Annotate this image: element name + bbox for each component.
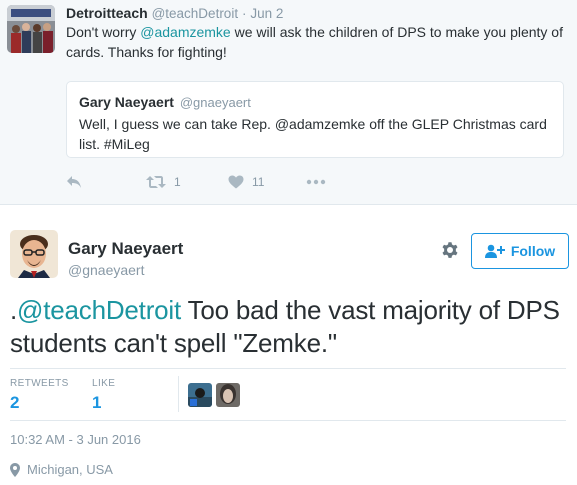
likes-count[interactable]: 1: [92, 393, 101, 413]
retweet-count: 1: [174, 175, 181, 189]
likes-label: LIKE: [92, 378, 116, 389]
reply-arrow-icon: [67, 176, 81, 188]
ellipsis-icon: [306, 179, 326, 185]
reply-button[interactable]: [66, 172, 82, 192]
reply-header: Detroitteach @teachDetroit · Jun 2: [66, 5, 283, 21]
retweet-icon: [146, 176, 166, 188]
retweets-label: RETWEETS: [10, 378, 69, 389]
author-name[interactable]: Gary Naeyaert: [68, 239, 183, 259]
reply-tweet[interactable]: Detroitteach @teachDetroit · Jun 2 Don't…: [0, 0, 577, 205]
quoted-tweet-header: Gary Naeyaert @gnaeyaert: [79, 94, 251, 110]
reply-text: Don't worry @adamzemke we will ask the c…: [66, 22, 566, 62]
heart-icon: [228, 175, 244, 189]
reply-avatar[interactable]: [7, 5, 55, 53]
quoted-author-name: Gary Naeyaert: [79, 94, 174, 110]
like-count: 11: [252, 175, 265, 189]
reply-author-name[interactable]: Detroitteach: [66, 5, 148, 21]
retweet-button[interactable]: 1: [146, 172, 181, 192]
add-user-icon: [484, 244, 505, 258]
stats-vertical-divider: [178, 376, 179, 412]
author-avatar[interactable]: [10, 230, 58, 278]
gear-icon: [442, 242, 458, 258]
liker-avatar[interactable]: [216, 383, 240, 407]
stats-divider-bottom: [10, 420, 566, 421]
more-button[interactable]: [306, 172, 326, 192]
retweets-count[interactable]: 2: [10, 393, 19, 413]
reply-text-before: Don't worry: [66, 24, 141, 40]
location-label: Michigan, USA: [27, 462, 113, 477]
quoted-tweet-text: Well, I guess we can take Rep. @adamzemk…: [79, 116, 547, 152]
quoted-tweet-card[interactable]: Gary Naeyaert @gnaeyaert Well, I guess w…: [66, 81, 564, 158]
tweet-mention-link[interactable]: @teachDetroit: [17, 295, 181, 325]
reply-date[interactable]: Jun 2: [250, 6, 283, 21]
tweet-text-prefix: .: [10, 295, 18, 325]
tweet-timestamp[interactable]: 10:32 AM - 3 Jun 2016: [10, 432, 141, 447]
tweet-text: .@teachDetroit Too bad the vast majority…: [10, 294, 570, 360]
settings-button[interactable]: [440, 240, 460, 260]
reply-author-handle[interactable]: @teachDetroit: [152, 6, 239, 21]
tweet-location[interactable]: Michigan, USA: [10, 462, 113, 477]
location-pin-icon: [10, 462, 20, 477]
quoted-author-handle: @gnaeyaert: [179, 95, 251, 110]
reply-separator: ·: [241, 6, 247, 21]
follow-label: Follow: [510, 243, 556, 259]
like-button[interactable]: 11: [228, 172, 264, 192]
reply-mention-link[interactable]: @adamzemke: [140, 24, 230, 40]
follow-button[interactable]: Follow: [471, 233, 569, 269]
stats-divider-top: [10, 368, 566, 369]
liker-avatar[interactable]: [188, 383, 212, 407]
author-handle[interactable]: @gnaeyaert: [68, 262, 144, 278]
